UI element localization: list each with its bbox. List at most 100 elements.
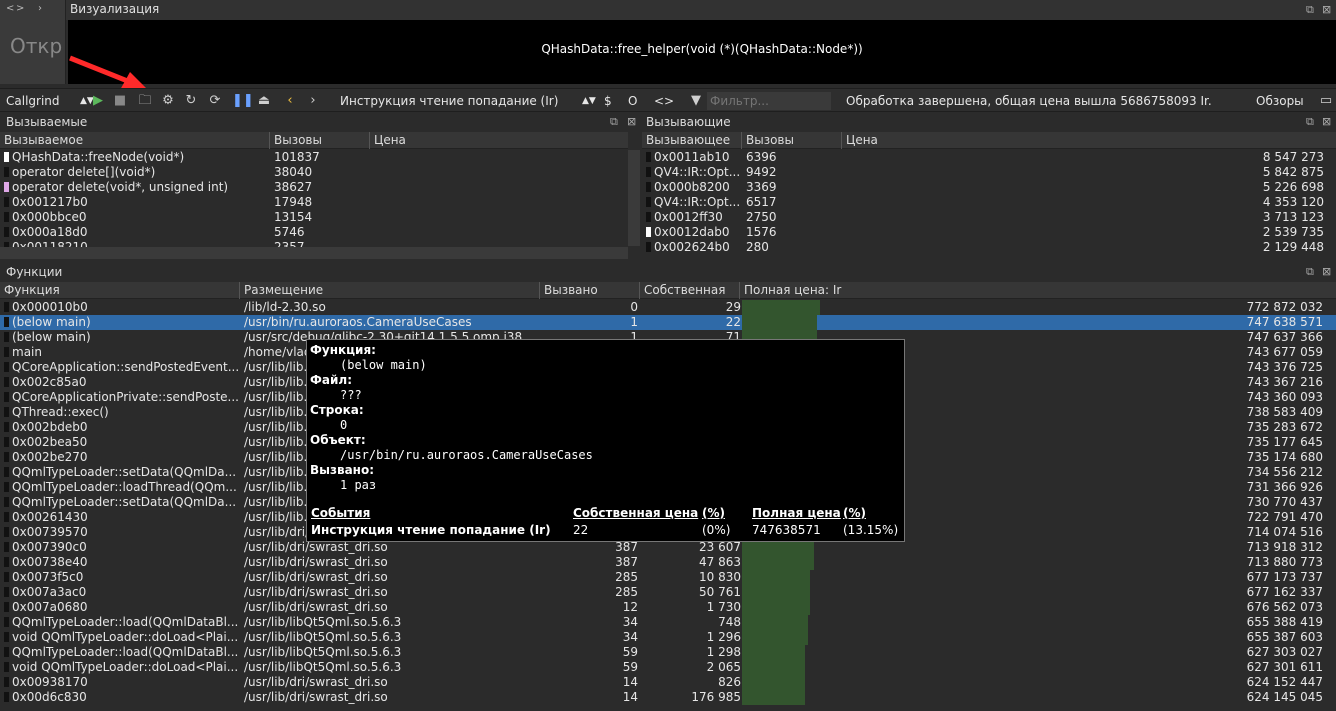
function-name-text: 0x00739570 <box>12 525 88 539</box>
caller-calls: 3369 <box>746 180 777 194</box>
callee-row[interactable]: operator delete(void*, unsigned int) 3862… <box>0 180 628 195</box>
cycle-icon[interactable]: ⏏ <box>256 93 272 109</box>
col-caller[interactable]: Вызывающее <box>642 132 742 149</box>
caller-row[interactable]: 0x0012dab0 1576 2 539 735 <box>642 225 1324 240</box>
col-callee[interactable]: Вызываемое <box>0 132 270 149</box>
pause-icon[interactable]: ❚❚ <box>232 93 254 109</box>
tooltip-line-value: 0 <box>340 418 348 432</box>
stop-icon[interactable]: ■ <box>112 93 128 109</box>
caller-name-text: 0x0012ff30 <box>654 210 723 224</box>
color-swatch <box>4 617 9 627</box>
function-row[interactable]: 0x00938170/usr/lib/dri/swrast_dri.so 14 82… <box>0 675 1336 690</box>
function-name-text: void QQmlTypeLoader::doLoad<Plai... <box>12 660 239 674</box>
float-icon[interactable]: ⧉ <box>1306 265 1314 279</box>
function-total-cost: 743 367 216 <box>1246 375 1323 389</box>
float-icon[interactable]: ⧉ <box>610 115 618 129</box>
col-total-cost[interactable]: Полная цена: Ir <box>740 282 1336 299</box>
menu-icon[interactable]: ▭ <box>1318 93 1334 109</box>
col-called[interactable]: Вызвано <box>540 282 640 299</box>
col-function[interactable]: Функция <box>0 282 240 299</box>
color-swatch <box>4 527 9 537</box>
color-swatch <box>4 437 9 447</box>
caller-row[interactable]: 0x000b8200 3369 5 226 698 <box>642 180 1324 195</box>
callees-hscrollbar[interactable] <box>0 247 628 259</box>
filter-icon[interactable]: ▼ <box>688 93 704 109</box>
col-self-cost[interactable]: Собственная це <box>640 282 740 299</box>
total-cost-bar <box>742 540 814 555</box>
close-icon[interactable]: ⊠ <box>627 115 636 128</box>
callee-row[interactable]: 0x000bbce0 13154 <box>0 210 628 225</box>
function-row[interactable]: (below main) /usr/bin/ru.auroraos.CameraU… <box>0 315 1336 330</box>
color-swatch <box>4 362 9 372</box>
caller-row[interactable]: QV4::IR::Opt... 6517 4 353 120 <box>642 195 1324 210</box>
function-called: 387 <box>615 540 638 554</box>
open-button[interactable]: Откр <box>10 34 62 58</box>
col-calls[interactable]: Вызовы <box>742 132 842 149</box>
tool-combo[interactable]: Callgrind ▲▼ <box>6 92 94 110</box>
open-folder-icon[interactable]: 🗀 <box>137 93 153 109</box>
function-row[interactable]: 0x000010b0/lib/ld-2.30.so 0 29 772 872 032 <box>0 300 1336 315</box>
callees-scrollbar[interactable] <box>628 150 640 246</box>
dump-icon[interactable]: ⚙ <box>160 93 176 109</box>
back-icon[interactable]: < <box>6 3 14 14</box>
function-row[interactable]: 0x00d6c830/usr/lib/dri/swrast_dri.so 14 17… <box>0 690 1336 705</box>
function-row[interactable]: 0x007a3ac0/usr/lib/dri/swrast_dri.so 285 5… <box>0 585 1336 600</box>
menu-arrow-icon[interactable]: › <box>38 3 42 14</box>
function-row[interactable]: QQmlTypeLoader::load(QQmlDataBl... /usr/l… <box>0 645 1336 660</box>
reviews-button[interactable]: Обзоры <box>1256 92 1304 110</box>
forward-icon[interactable]: > <box>16 3 24 14</box>
function-row[interactable]: 0x00738e40/usr/lib/dri/swrast_dri.so 387 4… <box>0 555 1336 570</box>
callee-row[interactable]: 0x001217b0 17948 <box>0 195 628 210</box>
back-arrow-icon[interactable]: ‹ <box>282 93 298 109</box>
caller-calls: 1576 <box>746 225 777 239</box>
visualization-panel[interactable]: QHashData::free_helper(void (*)(QHashDat… <box>68 20 1336 84</box>
cost-format-button[interactable]: $ <box>604 92 612 110</box>
col-cost[interactable]: Цена <box>370 132 628 149</box>
function-row[interactable]: 0x0073f5c0/usr/lib/dri/swrast_dri.so 285 1… <box>0 570 1336 585</box>
angle-button[interactable]: <> <box>654 92 674 110</box>
filter-input[interactable] <box>707 92 831 110</box>
function-self-cost: 22 <box>725 315 741 329</box>
function-row[interactable]: void QQmlTypeLoader::doLoad<Plai... /usr/… <box>0 630 1336 645</box>
object-button[interactable]: O <box>628 92 637 110</box>
col-location[interactable]: Размещение <box>240 282 540 299</box>
function-name-text: 0x00d6c830 <box>12 690 87 704</box>
color-swatch <box>4 422 9 432</box>
event-type-combo[interactable]: Инструкция чтение попадание (Ir) ▲▼ <box>340 92 596 110</box>
caller-row[interactable]: QV4::IR::Opt... 9492 5 842 875 <box>642 165 1324 180</box>
caller-name-text: 0x0011ab10 <box>654 150 730 164</box>
col-cost[interactable]: Цена <box>842 132 1336 149</box>
caller-row[interactable]: 0x002624b0 280 2 129 448 <box>642 240 1324 255</box>
tooltip-object-label: Объект: <box>310 433 366 447</box>
reset-icon[interactable]: ↻ <box>183 93 199 109</box>
float-icon[interactable]: ⧉ <box>1306 115 1314 129</box>
callee-row[interactable]: operator delete[](void*) 38040 <box>0 165 628 180</box>
function-name-text: 0x002bea50 <box>12 435 88 449</box>
function-row[interactable]: 0x007a0680/usr/lib/dri/swrast_dri.so 12 1 … <box>0 600 1336 615</box>
callee-row[interactable]: QHashData::freeNode(void*) 101837 <box>0 150 628 165</box>
run-icon[interactable]: ▶ <box>90 93 106 109</box>
callee-row[interactable]: 0x000a18d0 5746 <box>0 225 628 240</box>
function-row[interactable]: 0x007390c0/usr/lib/dri/swrast_dri.so 387 2… <box>0 540 1336 555</box>
caller-cost: 2 539 735 <box>1262 225 1324 239</box>
caller-name: 0x0012ff30 <box>646 210 742 225</box>
function-location: /usr/lib/dri/swrast_dri.so <box>244 600 388 614</box>
float-icon[interactable]: ⧉ <box>1306 3 1314 17</box>
callee-name-text: 0x000bbce0 <box>12 210 87 224</box>
tooltip-self-header: Собственная цена <box>573 506 699 520</box>
caller-row[interactable]: 0x0011ab10 6396 8 547 273 <box>642 150 1324 165</box>
function-name: main <box>4 345 240 360</box>
toolbar: Callgrind ▲▼ ▶ ■ 🗀 ⚙ ↻ ⟳ ❚❚ ⏏ ‹ › Инструк… <box>0 88 1336 112</box>
caller-row[interactable]: 0x0012ff30 2750 3 713 123 <box>642 210 1324 225</box>
function-row[interactable]: void QQmlTypeLoader::doLoad<Plai... /usr/… <box>0 660 1336 675</box>
total-cost-bar <box>742 300 820 315</box>
forward-arrow-icon[interactable]: › <box>305 93 321 109</box>
tooltip-total-pct: (13.15%) <box>843 523 899 537</box>
col-calls[interactable]: Вызовы <box>270 132 370 149</box>
function-location: /usr/lib/libQt5Qml.so.5.6.3 <box>244 630 402 644</box>
function-row[interactable]: QQmlTypeLoader::load(QQmlDataBl... /usr/l… <box>0 615 1336 630</box>
close-icon[interactable]: ⊠ <box>1322 265 1331 278</box>
close-icon[interactable]: ⊠ <box>1322 115 1331 128</box>
refresh-icon[interactable]: ⟳ <box>207 93 223 109</box>
close-icon[interactable]: ⊠ <box>1322 3 1331 16</box>
